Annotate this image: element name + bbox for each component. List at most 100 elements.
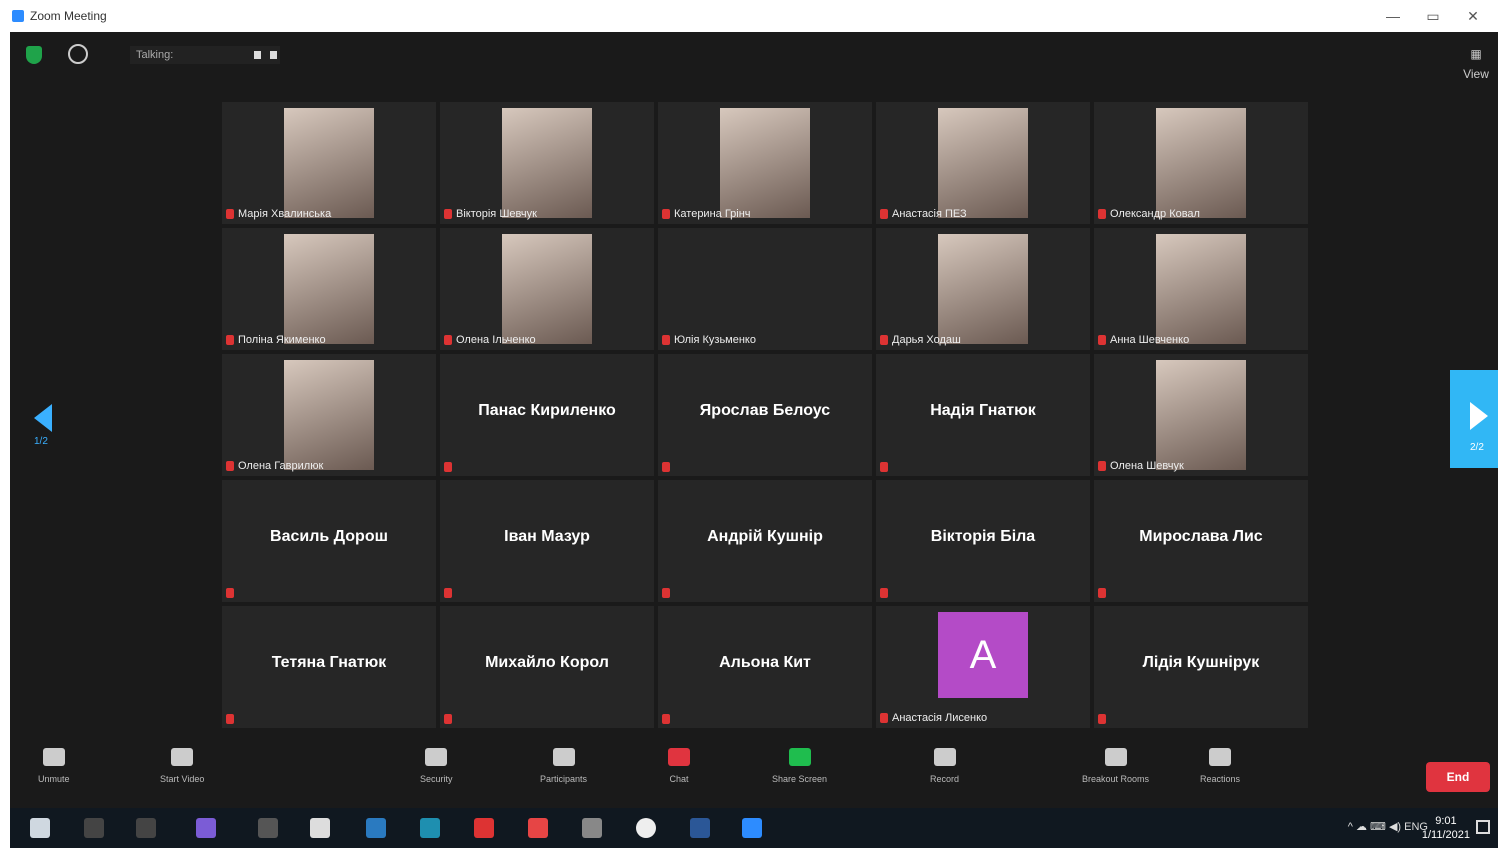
acrobat-icon[interactable] xyxy=(474,818,494,838)
share-screen-button[interactable]: Share Screen xyxy=(772,748,827,784)
clock[interactable]: 9:01 1/11/2021 xyxy=(1422,814,1470,842)
participant-tile[interactable]: Василь Дорош xyxy=(222,480,436,602)
muted-mic-icon xyxy=(1098,461,1106,471)
participant-tile[interactable]: Дарья Ходаш xyxy=(876,228,1090,350)
participant-tile[interactable]: Мирослава Лис xyxy=(1094,480,1308,602)
participants-button[interactable]: Participants xyxy=(540,748,587,784)
participant-video xyxy=(938,234,1028,344)
participant-tile[interactable]: Михайло Корол xyxy=(440,606,654,728)
participant-tile[interactable]: Тетяна Гнатюк xyxy=(222,606,436,728)
file-explorer-icon[interactable] xyxy=(366,818,386,838)
reactions-button[interactable]: Reactions xyxy=(1200,748,1240,784)
muted-mic-icon xyxy=(226,714,234,724)
window-title: Zoom Meeting xyxy=(30,9,107,23)
chevron-right-icon xyxy=(1470,402,1488,430)
participant-video xyxy=(1156,360,1246,470)
participant-name-center: Надія Гнатюк xyxy=(930,402,1036,419)
participant-tile[interactable]: Катерина Грінч xyxy=(658,102,872,224)
participant-name: Олександр Ковал xyxy=(1098,208,1200,220)
record-icon xyxy=(933,748,956,766)
participant-tile[interactable]: Панас Кириленко xyxy=(440,354,654,476)
participant-name: Поліна Якименко xyxy=(226,334,326,346)
maximize-button[interactable]: ▭ xyxy=(1418,6,1448,26)
minimize-button[interactable]: — xyxy=(1378,6,1408,26)
participant-name-text: Катерина Грінч xyxy=(674,208,751,220)
participant-tile[interactable]: Анастасія ПЕЗ xyxy=(876,102,1090,224)
mail-icon[interactable] xyxy=(258,818,278,838)
participant-tile[interactable]: A Анастасія Лисенко xyxy=(876,606,1090,728)
participant-tile[interactable]: Олександр Ковал xyxy=(1094,102,1308,224)
grid-icon xyxy=(270,51,277,59)
grid-icon xyxy=(254,51,261,59)
zoom-taskbar-icon[interactable] xyxy=(742,818,762,838)
clock-time: 9:01 xyxy=(1435,815,1457,827)
previous-page-button[interactable]: 1/2 xyxy=(20,392,70,452)
participants-label: Participants xyxy=(540,774,588,784)
participant-tile[interactable]: Альона Кит xyxy=(658,606,872,728)
chrome-icon[interactable] xyxy=(636,818,656,838)
participant-name: Юлія Кузьменко xyxy=(662,334,756,346)
participant-tile[interactable]: Лідія Кушнірук xyxy=(1094,606,1308,728)
view-button[interactable]: ▦ View xyxy=(1462,44,1490,81)
participant-tile[interactable]: Олена Ільченко xyxy=(440,228,654,350)
next-page-button[interactable]: 2/2 xyxy=(1450,370,1498,468)
participant-tile[interactable]: Вікторія Шевчук xyxy=(440,102,654,224)
participant-video xyxy=(720,108,810,218)
calendar-icon[interactable] xyxy=(310,818,330,838)
participant-tile[interactable]: Олена Шевчук xyxy=(1094,354,1308,476)
opera-icon[interactable] xyxy=(528,818,548,838)
windows-start-icon[interactable] xyxy=(30,818,50,838)
participant-name xyxy=(226,588,238,598)
participant-tile[interactable]: Іван Мазур xyxy=(440,480,654,602)
security-shield-icon[interactable] xyxy=(26,46,42,64)
system-tray[interactable]: ^ ☁ ⌨ ◀) ENG xyxy=(1348,820,1428,833)
participant-name xyxy=(880,462,892,472)
participant-tile[interactable]: Надія Гнатюк xyxy=(876,354,1090,476)
participant-tile[interactable]: Поліна Якименко xyxy=(222,228,436,350)
participant-tile[interactable]: Анна Шевченко xyxy=(1094,228,1308,350)
participant-name-text: Олександр Ковал xyxy=(1110,208,1200,220)
task-view-icon[interactable] xyxy=(136,818,156,838)
teams-icon[interactable] xyxy=(196,818,216,838)
app-icon[interactable] xyxy=(582,818,602,838)
participant-name-text: Анастасія ПЕЗ xyxy=(892,208,967,220)
search-icon[interactable] xyxy=(84,818,104,838)
windows-taskbar: ^ ☁ ⌨ ◀) ENG 9:01 1/11/2021 xyxy=(10,808,1498,848)
participant-tile[interactable]: Ярослав Белоус xyxy=(658,354,872,476)
end-meeting-button[interactable]: End xyxy=(1426,762,1490,792)
participant-tile[interactable]: Андрій Кушнір xyxy=(658,480,872,602)
info-icon[interactable] xyxy=(68,44,88,64)
participant-video xyxy=(1156,108,1246,218)
security-button[interactable]: Security xyxy=(420,748,453,784)
window-titlebar: Zoom Meeting — ▭ ✕ xyxy=(0,0,1498,32)
participant-video xyxy=(938,108,1028,218)
start-video-button[interactable]: Start Video xyxy=(160,748,204,784)
breakout-rooms-button[interactable]: Breakout Rooms xyxy=(1082,748,1149,784)
participant-tile[interactable]: Марія Хвалинська xyxy=(222,102,436,224)
record-button[interactable]: Record xyxy=(930,748,959,784)
participant-name xyxy=(880,588,892,598)
edge-icon[interactable] xyxy=(420,818,440,838)
chat-button[interactable]: Chat xyxy=(668,748,690,784)
muted-mic-icon xyxy=(880,588,888,598)
muted-mic-icon xyxy=(226,588,234,598)
unmute-button[interactable]: Unmute xyxy=(38,748,70,784)
participant-name-center: Василь Дорош xyxy=(270,528,388,545)
participant-tile[interactable]: Юлія Кузьменко xyxy=(658,228,872,350)
participant-name xyxy=(662,714,674,724)
participant-tile[interactable]: Вікторія Біла xyxy=(876,480,1090,602)
chat-label: Chat xyxy=(669,774,689,784)
close-button[interactable]: ✕ xyxy=(1458,6,1488,26)
participant-tile[interactable]: Олена Гаврилюк xyxy=(222,354,436,476)
participant-name-center: Панас Кириленко xyxy=(478,402,616,419)
clock-date: 1/11/2021 xyxy=(1421,829,1470,841)
notifications-icon[interactable] xyxy=(1476,820,1490,834)
word-icon[interactable] xyxy=(690,818,710,838)
participant-name: Катерина Грінч xyxy=(662,208,751,220)
participant-name: Олена Гаврилюк xyxy=(226,460,323,472)
muted-mic-icon xyxy=(662,714,670,724)
participant-name xyxy=(662,588,674,598)
talking-label: Talking: xyxy=(136,49,174,61)
page-indicator-right: 2/2 xyxy=(1470,442,1484,453)
participant-name-center: Мирослава Лис xyxy=(1139,528,1263,545)
